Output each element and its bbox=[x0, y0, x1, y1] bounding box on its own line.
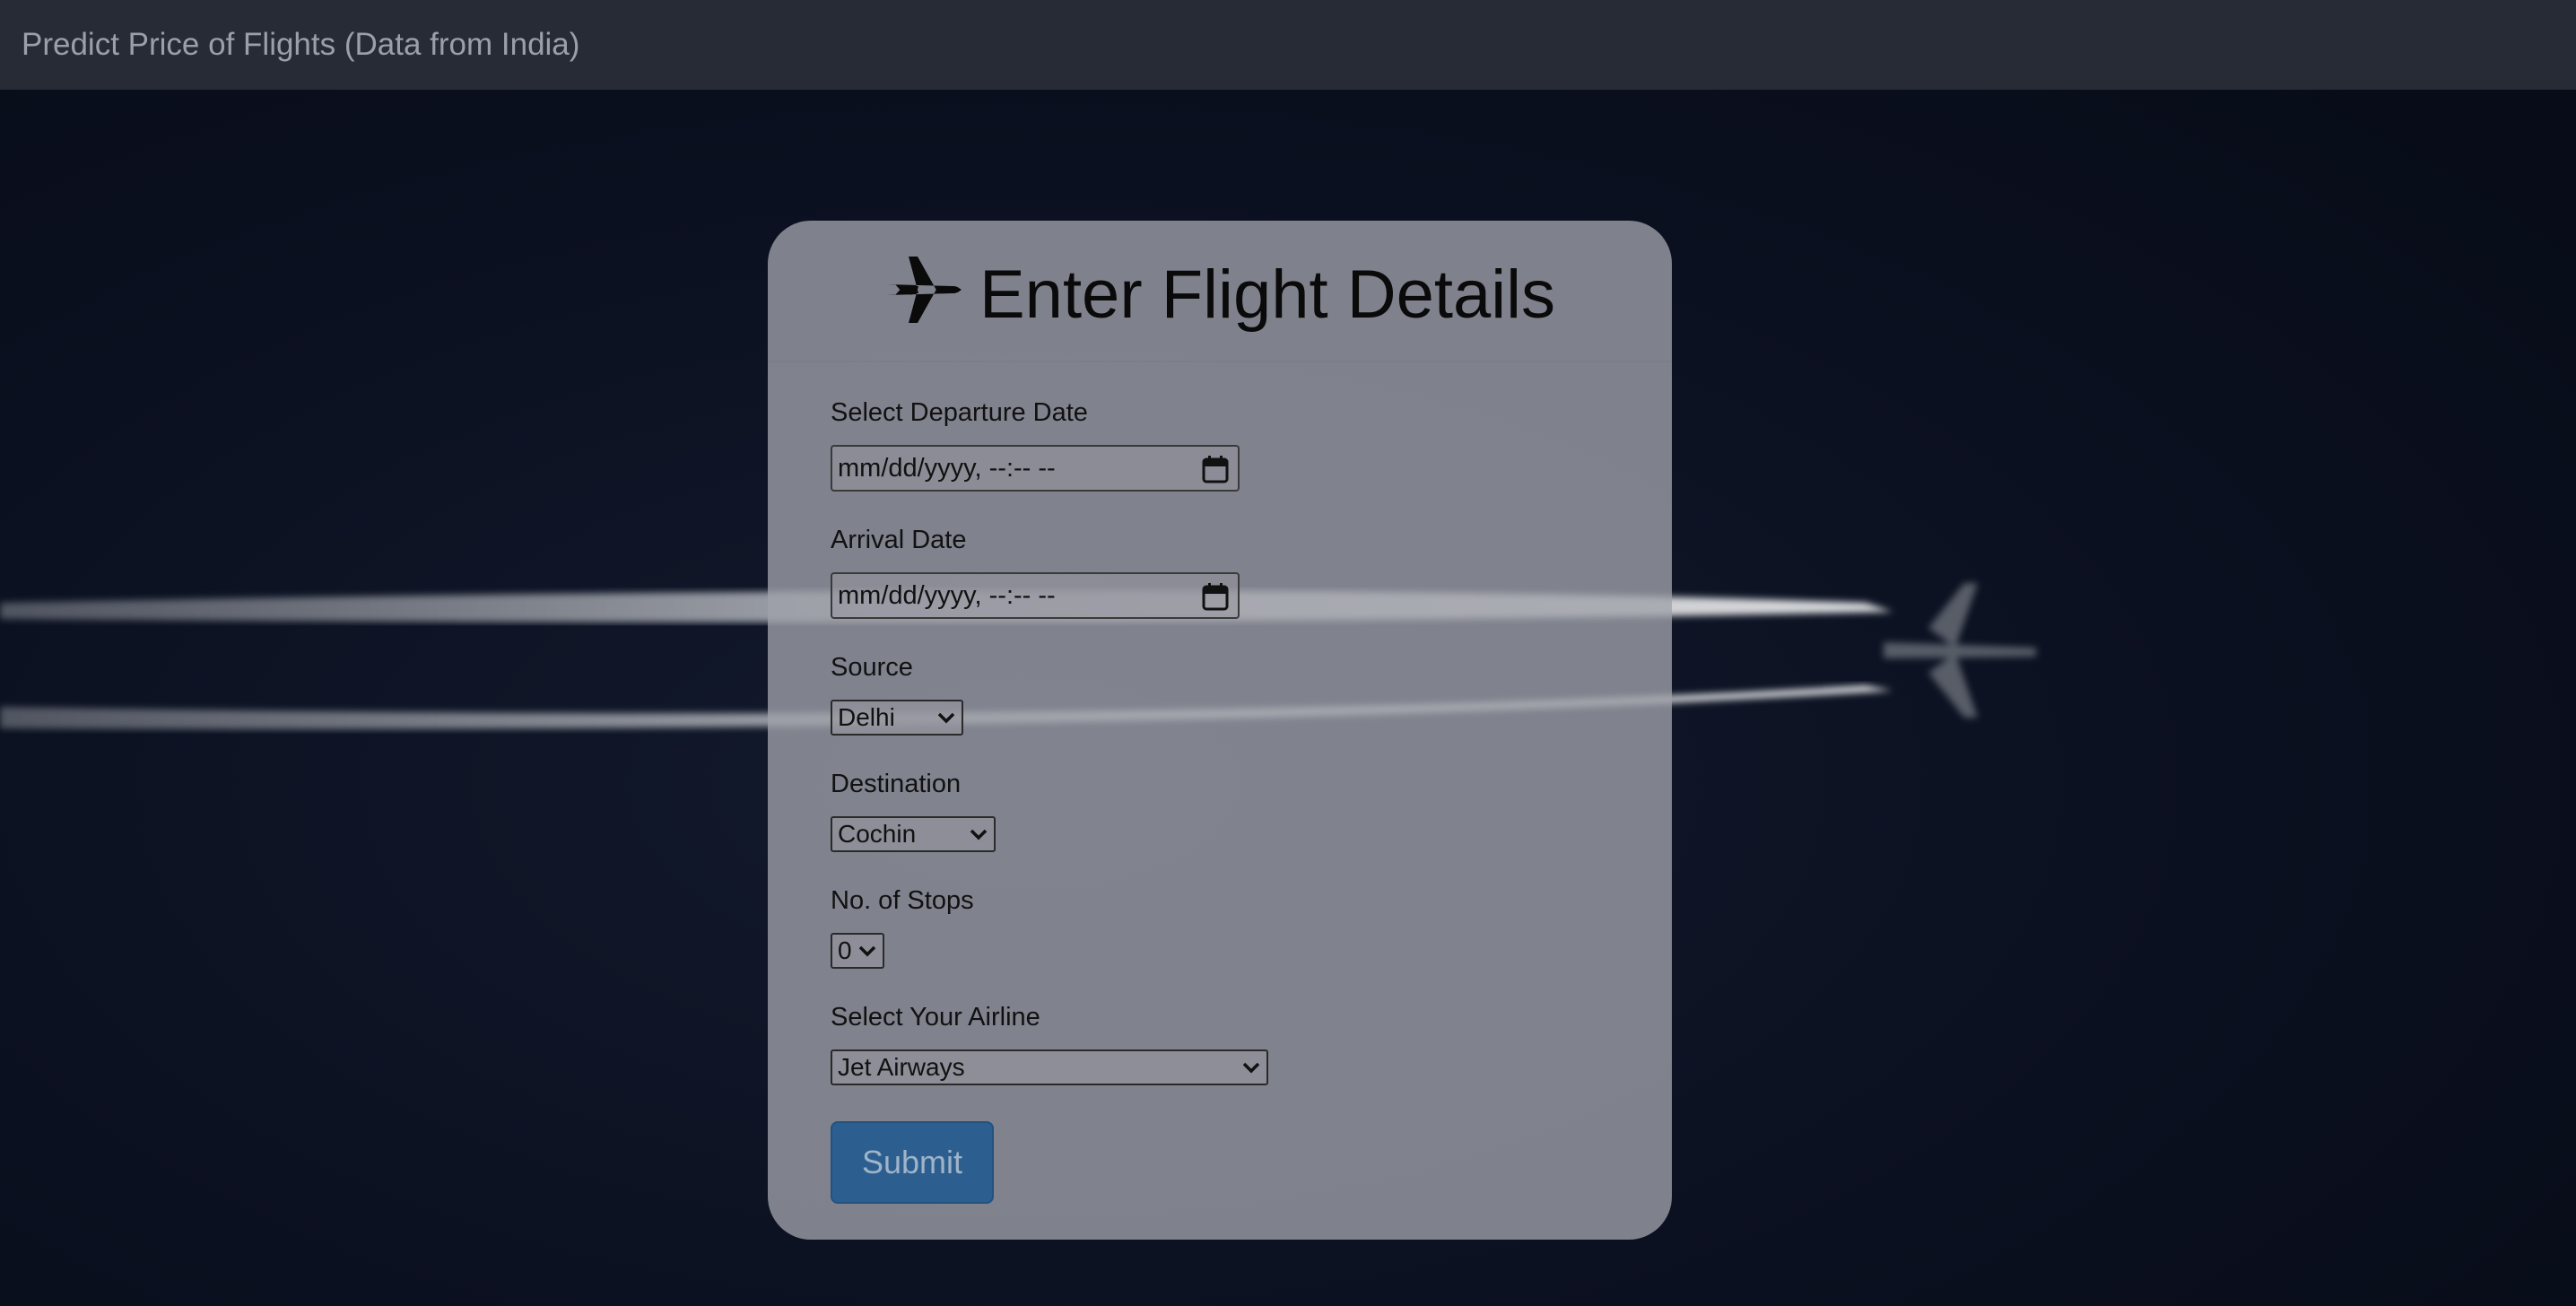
navbar-brand[interactable]: Predict Price of Flights (Data from Indi… bbox=[22, 0, 579, 90]
destination-select[interactable]: Cochin bbox=[831, 816, 996, 852]
chevron-down-icon bbox=[937, 712, 955, 724]
airline-label: Select Your Airline bbox=[831, 1003, 1040, 1032]
stops-selected-value: 0 bbox=[838, 936, 852, 964]
arrival-date-placeholder: mm/dd/yyyy, --:-- -- bbox=[838, 581, 1056, 610]
arrival-date-input[interactable]: mm/dd/yyyy, --:-- -- bbox=[831, 572, 1240, 619]
destination-label: Destination bbox=[831, 770, 962, 798]
departure-date-placeholder: mm/dd/yyyy, --:-- -- bbox=[838, 454, 1056, 483]
chevron-down-icon bbox=[858, 945, 876, 957]
stops-select[interactable]: 0 bbox=[831, 933, 884, 969]
submit-button[interactable]: Submit bbox=[831, 1121, 994, 1204]
arrival-date-label: Arrival Date bbox=[831, 526, 967, 554]
calendar-icon[interactable] bbox=[1202, 455, 1229, 483]
departure-date-label: Select Departure Date bbox=[831, 398, 1088, 427]
source-selected-value: Delhi bbox=[838, 703, 895, 731]
calendar-icon[interactable] bbox=[1202, 582, 1229, 611]
chevron-down-icon bbox=[970, 829, 988, 840]
source-select[interactable]: Delhi bbox=[831, 700, 963, 736]
destination-selected-value: Cochin bbox=[838, 820, 917, 848]
airplane-icon bbox=[885, 257, 962, 323]
form-header: Enter Flight Details bbox=[768, 221, 1672, 362]
airline-selected-value: Jet Airways bbox=[838, 1053, 965, 1081]
stops-label: No. of Stops bbox=[831, 886, 974, 915]
airline-select[interactable]: Jet Airways bbox=[831, 1049, 1268, 1085]
form-title: Enter Flight Details bbox=[768, 255, 1672, 333]
departure-date-input[interactable]: mm/dd/yyyy, --:-- -- bbox=[831, 445, 1240, 492]
flight-details-form: Enter Flight Details Select Departure Da… bbox=[768, 221, 1672, 1240]
source-label: Source bbox=[831, 653, 913, 682]
form-title-text: Enter Flight Details bbox=[979, 257, 1556, 333]
chevron-down-icon bbox=[1242, 1062, 1260, 1074]
navbar: Predict Price of Flights (Data from Indi… bbox=[0, 0, 2576, 90]
